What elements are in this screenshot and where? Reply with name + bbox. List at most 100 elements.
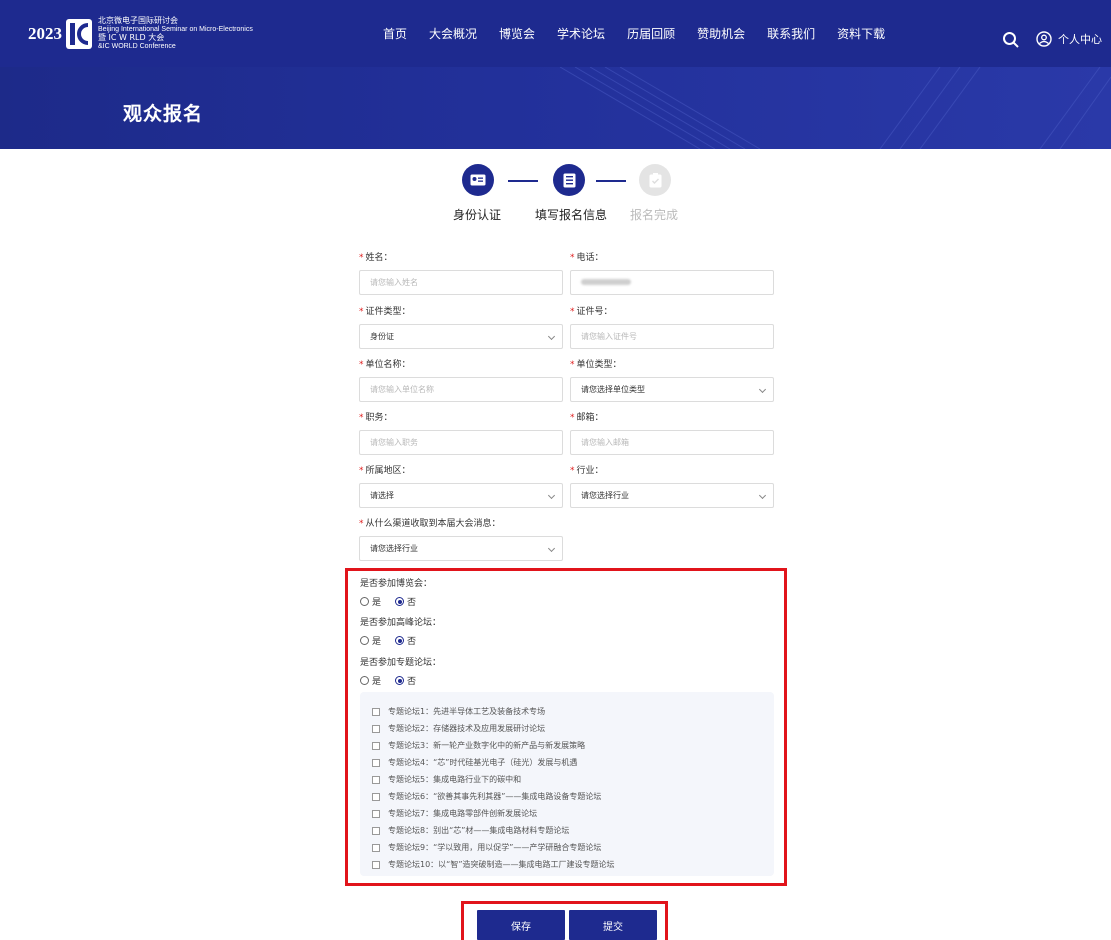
step-complete-icon	[639, 164, 671, 196]
forum-checkbox-10[interactable]: 专题论坛10：以“智”造突破制造——集成电路工厂建设专题论坛	[372, 859, 614, 870]
forum-checkbox-2[interactable]: 专题论坛2：存储器技术及应用发展研讨论坛	[372, 723, 545, 734]
id-number-input[interactable]: 请您输入证件号	[570, 324, 774, 349]
expo-question-label: 是否参加博览会：	[360, 579, 433, 589]
summit-no-option[interactable]: 否	[395, 634, 416, 647]
industry-label: 行业：	[576, 466, 604, 476]
topic-forum-question-label: 是否参加专题论坛：	[360, 658, 442, 668]
forum-checkbox-4[interactable]: 专题论坛4：“芯”时代硅基光电子（硅光）发展与机遇	[372, 757, 577, 768]
id-number-field-group: * 证件号： 请您输入证件号	[570, 306, 774, 349]
org-type-placeholder: 请您选择单位类型	[581, 385, 645, 394]
region-label: 所属地区：	[365, 466, 411, 476]
logo-english-name-2: &IC WORLD Conference	[98, 42, 176, 50]
radio-checked-icon	[395, 676, 405, 685]
checkbox-icon	[372, 741, 380, 750]
checkbox-icon	[372, 826, 380, 835]
checkbox-icon	[372, 843, 380, 852]
region-select[interactable]: 请选择	[359, 483, 563, 508]
id-type-label: 证件类型：	[365, 307, 411, 317]
nav-overview[interactable]: 大会概况	[429, 25, 477, 42]
page-title: 观众报名	[123, 103, 204, 125]
nav-downloads[interactable]: 资料下载	[837, 25, 885, 42]
radio-checked-icon	[395, 636, 405, 645]
summit-question-label: 是否参加高峰论坛：	[360, 618, 442, 628]
step-id-verification-icon	[462, 164, 494, 196]
phone-input[interactable]	[570, 270, 774, 295]
chevron-down-icon	[547, 491, 556, 500]
forum-checkbox-3[interactable]: 专题论坛3：新一轮产业数字化中的新产品与新发展策略	[372, 740, 585, 751]
org-name-label: 单位名称：	[365, 360, 411, 370]
summit-radio-group: 是 否	[360, 634, 430, 647]
topic-forum-no-option[interactable]: 否	[395, 674, 416, 687]
id-type-select[interactable]: 身份证	[359, 324, 563, 349]
checkbox-icon	[372, 724, 380, 733]
email-input[interactable]: 请您输入邮箱	[570, 430, 774, 455]
topic-forum-yes-option[interactable]: 是	[360, 674, 381, 687]
save-button[interactable]: 保存	[477, 910, 565, 940]
email-label: 邮箱：	[576, 413, 604, 423]
expo-yes-option[interactable]: 是	[360, 595, 381, 608]
checkbox-icon	[372, 860, 380, 869]
user-center-link[interactable]: 个人中心	[1036, 31, 1102, 47]
logo-chinese-name-2: 暨 IC W RLD 大会	[98, 33, 165, 42]
expo-radio-group: 是 否	[360, 595, 430, 608]
nav-sponsorship[interactable]: 赞助机会	[697, 25, 745, 42]
checkbox-icon	[372, 707, 380, 716]
chevron-down-icon	[758, 491, 767, 500]
nav-contact[interactable]: 联系我们	[767, 25, 815, 42]
expo-no-option[interactable]: 否	[395, 595, 416, 608]
forum-checkbox-8[interactable]: 专题论坛8：别出“芯”材——集成电路材料专题论坛	[372, 825, 569, 836]
checkbox-icon	[372, 758, 380, 767]
nav-home[interactable]: 首页	[383, 25, 407, 42]
search-icon[interactable]	[1002, 31, 1020, 49]
org-type-field-group: * 单位类型： 请您选择单位类型	[570, 359, 774, 402]
position-field-group: * 职务： 请您输入职务	[359, 412, 563, 455]
name-label: 姓名：	[365, 253, 393, 263]
industry-select[interactable]: 请您选择行业	[570, 483, 774, 508]
position-input[interactable]: 请您输入职务	[359, 430, 563, 455]
topic-forum-radio-group: 是 否	[360, 674, 430, 687]
forum-checkbox-7[interactable]: 专题论坛7：集成电路零部件创新发展论坛	[372, 808, 537, 819]
logo-text: 北京微电子国际研讨会 Beijing International Seminar…	[98, 16, 253, 51]
channel-placeholder: 请您选择行业	[370, 544, 418, 553]
conference-logo[interactable]: 2023 北京微电子国际研讨会 Beijing International Se…	[28, 14, 253, 54]
logo-chinese-name: 北京微电子国际研讨会	[98, 16, 178, 25]
checkbox-icon	[372, 775, 380, 784]
forum-checkbox-9[interactable]: 专题论坛9：“学以致用，用以促学”——产学研融合专题论坛	[372, 842, 601, 853]
id-type-value: 身份证	[370, 332, 394, 341]
topic-forum-list: 专题论坛1：先进半导体工艺及装备技术专场 专题论坛2：存储器技术及应用发展研讨论…	[360, 692, 774, 876]
forum-checkbox-6[interactable]: 专题论坛6：“欲善其事先利其器”——集成电路设备专题论坛	[372, 791, 601, 802]
step-connector	[596, 180, 626, 182]
industry-placeholder: 请您选择行业	[581, 491, 629, 500]
phone-value-blurred	[581, 279, 631, 285]
channel-select[interactable]: 请您选择行业	[359, 536, 563, 561]
name-field-group: * 姓名： 请您输入姓名	[359, 252, 563, 295]
nav-expo[interactable]: 博览会	[499, 25, 535, 42]
chevron-down-icon	[547, 332, 556, 341]
checkbox-icon	[372, 792, 380, 801]
org-type-select[interactable]: 请您选择单位类型	[570, 377, 774, 402]
id-number-label: 证件号：	[576, 307, 613, 317]
forum-checkbox-1[interactable]: 专题论坛1：先进半导体工艺及装备技术专场	[372, 706, 545, 717]
radio-checked-icon	[395, 597, 405, 606]
chevron-down-icon	[758, 385, 767, 394]
registration-steps: 身份认证 填写报名信息 报名完成	[450, 164, 690, 224]
page-banner: 观众报名	[0, 67, 1111, 149]
forum-checkbox-5[interactable]: 专题论坛5：集成电路行业下的碳中和	[372, 774, 521, 785]
nav-academic-forum[interactable]: 学术论坛	[557, 25, 605, 42]
step-connector	[508, 180, 538, 182]
nav-history[interactable]: 历届回顾	[627, 25, 675, 42]
org-name-field-group: * 单位名称： 请您输入单位名称	[359, 359, 563, 402]
user-center-label: 个人中心	[1058, 33, 1102, 46]
org-name-input[interactable]: 请您输入单位名称	[359, 377, 563, 402]
industry-field-group: * 行业： 请您选择行业	[570, 465, 774, 508]
org-type-label: 单位类型：	[576, 360, 622, 370]
channel-field-group: * 从什么渠道收取到本届大会消息： 请您选择行业	[359, 518, 563, 561]
summit-yes-option[interactable]: 是	[360, 634, 381, 647]
channel-label: 从什么渠道收取到本届大会消息：	[365, 519, 501, 529]
email-field-group: * 邮箱： 请您输入邮箱	[570, 412, 774, 455]
region-field-group: * 所属地区： 请选择	[359, 465, 563, 508]
logo-year: 2023	[28, 24, 62, 43]
phone-field-group: * 电话：	[570, 252, 774, 295]
submit-button[interactable]: 提交	[569, 910, 657, 940]
name-input[interactable]: 请您输入姓名	[359, 270, 563, 295]
